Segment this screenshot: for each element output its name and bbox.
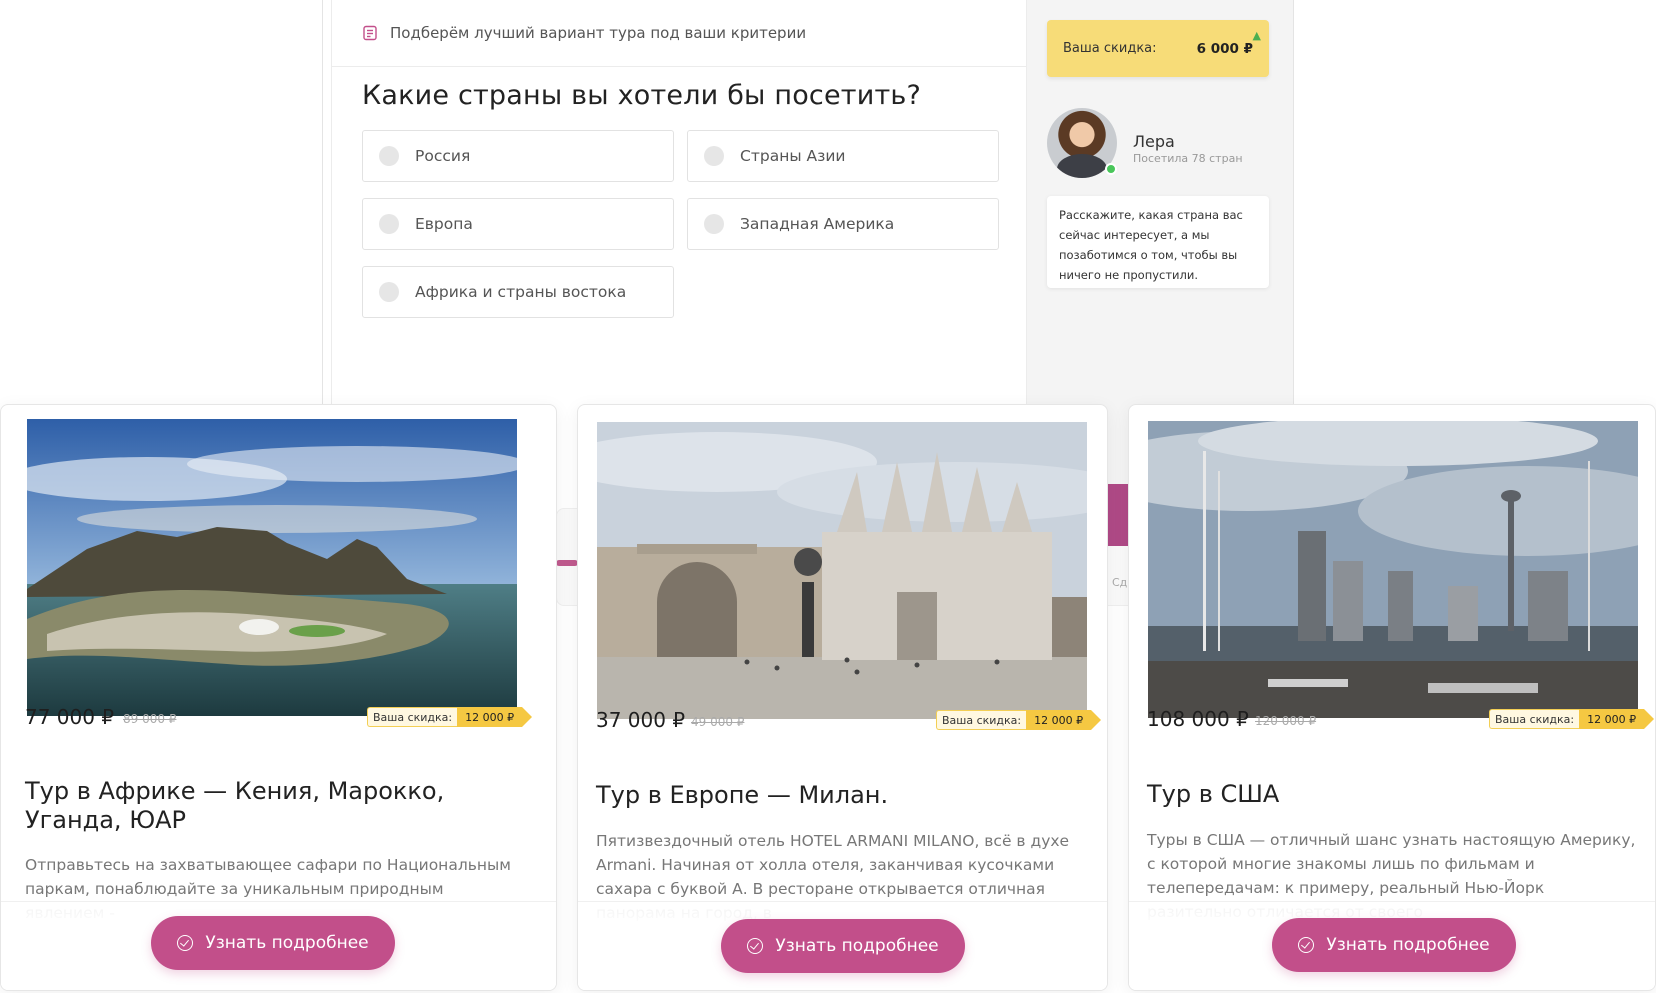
- discount-tag-value: 12 000 ₽: [1026, 710, 1092, 730]
- agent-subtitle: Посетила 78 стран: [1133, 152, 1243, 165]
- tour-price: 77 000 ₽: [25, 705, 115, 729]
- check-circle-icon: [177, 935, 194, 951]
- option-label: Африка и страны востока: [415, 283, 627, 301]
- tour-image-milan: [597, 422, 1087, 719]
- tour-price: 37 000 ₽: [596, 708, 686, 732]
- discount-tag-label: Ваша скидка:: [1489, 709, 1580, 729]
- tour-title: Тур в США: [1147, 780, 1280, 808]
- discount-tag: Ваша скидка: 12 000 ₽: [936, 710, 1102, 730]
- learn-more-button[interactable]: Узнать подробнее: [721, 919, 965, 973]
- tour-price: 108 000 ₽: [1147, 707, 1249, 731]
- option-label: Западная Америка: [740, 215, 895, 233]
- quiz-header-text: Подберём лучший вариант тура под ваши кр…: [390, 24, 807, 42]
- radio-button[interactable]: [704, 214, 724, 234]
- discount-label: Ваша скидка:: [1063, 41, 1157, 56]
- tour-card-usa: 108 000 ₽ 120 000 ₽ Ваша скидка: 12 000 …: [1128, 404, 1656, 991]
- discount-value: 6 000 ₽ ▲: [1196, 28, 1261, 57]
- tour-image-harbor-city: [1148, 421, 1638, 718]
- list-icon: [362, 25, 378, 41]
- card-footer: Узнать подробнее: [1, 901, 556, 990]
- tour-old-price: 120 000 ₽: [1255, 714, 1317, 728]
- quiz-header: Подберём лучший вариант тура под ваши кр…: [332, 0, 1026, 67]
- background-text: Сд: [1112, 576, 1128, 589]
- option-asia[interactable]: Страны Азии: [687, 130, 999, 182]
- background-accent: [556, 560, 578, 566]
- agent-name: Лера: [1133, 132, 1175, 151]
- tour-card-africa: 77 000 ₽ 89 000 ₽ Ваша скидка: 12 000 ₽ …: [0, 404, 557, 991]
- online-status-icon: [1105, 163, 1117, 175]
- discount-tag-value: 12 000 ₽: [457, 707, 523, 727]
- arrow-up-icon: ▲: [1252, 28, 1261, 42]
- background-accent: [1106, 484, 1128, 546]
- agent-message: Расскажите, какая страна вас сейчас инте…: [1047, 196, 1269, 288]
- tour-title: Тур в Европе — Милан.: [596, 781, 889, 809]
- option-russia[interactable]: Россия: [362, 130, 674, 182]
- option-label: Европа: [415, 215, 473, 233]
- option-label: Россия: [415, 147, 471, 165]
- learn-more-button[interactable]: Узнать подробнее: [1272, 918, 1516, 972]
- tour-card-europe: 37 000 ₽ 49 000 ₽ Ваша скидка: 12 000 ₽ …: [577, 404, 1108, 991]
- card-footer: Узнать подробнее: [1129, 901, 1655, 990]
- quiz-question: Какие страны вы хотели бы посетить?: [362, 80, 922, 111]
- learn-more-label: Узнать подробнее: [775, 936, 939, 956]
- discount-tag: Ваша скидка: 12 000 ₽: [367, 707, 533, 727]
- discount-tag-value: 12 000 ₽: [1579, 709, 1645, 729]
- option-africa-east[interactable]: Африка и страны востока: [362, 266, 674, 318]
- discount-tag: Ваша скидка: 12 000 ₽: [1489, 709, 1655, 729]
- check-circle-icon: [747, 938, 764, 954]
- check-circle-icon: [1298, 937, 1315, 953]
- tag-tip-icon: [1091, 710, 1102, 730]
- option-west-america[interactable]: Западная Америка: [687, 198, 999, 250]
- tour-old-price: 49 000 ₽: [691, 715, 745, 729]
- tour-image-cape-town: [27, 419, 517, 716]
- learn-more-label: Узнать подробнее: [1326, 935, 1490, 955]
- card-footer: Узнать подробнее: [578, 901, 1107, 990]
- tag-tip-icon: [522, 707, 533, 727]
- tag-tip-icon: [1644, 709, 1655, 729]
- option-label: Страны Азии: [740, 147, 846, 165]
- option-europe[interactable]: Европа: [362, 198, 674, 250]
- radio-button[interactable]: [379, 146, 399, 166]
- discount-tag-label: Ваша скидка:: [936, 710, 1027, 730]
- tour-old-price: 89 000 ₽: [123, 712, 177, 726]
- radio-button[interactable]: [379, 282, 399, 302]
- discount-box: Ваша скидка: 6 000 ₽ ▲: [1047, 20, 1269, 77]
- radio-button[interactable]: [379, 214, 399, 234]
- learn-more-label: Узнать подробнее: [205, 933, 369, 953]
- radio-button[interactable]: [704, 146, 724, 166]
- tour-title: Тур в Африке — Кения, Марокко, Уганда, Ю…: [25, 777, 445, 834]
- discount-tag-label: Ваша скидка:: [367, 707, 458, 727]
- learn-more-button[interactable]: Узнать подробнее: [151, 916, 395, 970]
